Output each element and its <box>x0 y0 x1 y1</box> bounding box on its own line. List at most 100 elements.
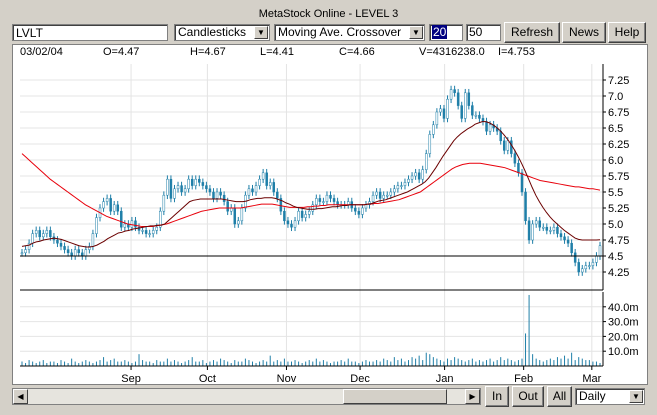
price-candle-body <box>478 114 481 119</box>
volume-tick-label: 10.0m <box>608 346 639 358</box>
price-candle-body <box>311 204 315 212</box>
price-candle-body <box>315 198 318 206</box>
time-axis-labels: Sep Oct Nov Dec Jan Feb Mar <box>121 366 602 385</box>
price-tick-label: 6.5 <box>608 123 623 135</box>
price-candle-body <box>73 249 77 257</box>
price-candle-body <box>474 114 478 117</box>
horizontal-scrollbar[interactable]: ◀ ▶ <box>12 388 481 405</box>
price-candle-body <box>460 105 463 119</box>
price-candle-body <box>251 188 254 193</box>
price-tick-label: 4.5 <box>608 251 623 263</box>
price-candle-body <box>393 188 396 193</box>
price-candle-body <box>297 210 300 222</box>
price-candle-body <box>549 230 552 232</box>
zoom-all-button[interactable]: All <box>547 386 572 407</box>
price-candle-body <box>542 226 545 229</box>
price-candle-body <box>566 239 570 244</box>
price-candle-body <box>534 220 538 225</box>
interval-value: Daily <box>579 389 606 403</box>
price-candle-body <box>471 105 474 116</box>
price-candle-body <box>258 178 261 186</box>
price-candle-body <box>162 194 166 212</box>
price-candle-body <box>506 140 510 151</box>
price-candle-body <box>329 194 332 199</box>
price-candle-body <box>364 204 368 209</box>
price-candle-body <box>276 191 279 199</box>
price-candle-body <box>300 210 304 218</box>
price-candle-body <box>194 178 198 186</box>
volume-axis-labels: 40.0m 30.0m 20.0m 10.0m <box>603 302 639 358</box>
scroll-thumb[interactable] <box>343 389 447 404</box>
price-candle-body <box>432 124 435 135</box>
price-candle-body <box>130 220 134 228</box>
price-candle-body <box>559 233 563 238</box>
price-candle-body <box>141 230 144 232</box>
volume-tick-label: 30.0m <box>608 317 639 329</box>
price-candle-body <box>187 178 190 190</box>
price-candle-body <box>247 188 251 196</box>
price-tick-label: 4.25 <box>608 267 629 279</box>
price-candle-body <box>410 175 414 180</box>
price-candle-body <box>120 210 123 228</box>
price-candle-body <box>396 185 400 190</box>
price-candle-body <box>31 233 34 244</box>
slow-ma-line <box>21 153 601 228</box>
price-candle-body <box>56 239 59 244</box>
price-tick-label: 4.75 <box>608 235 629 247</box>
price-candle-body <box>20 252 24 255</box>
price-candle-body <box>354 207 357 212</box>
time-tick-label: Dec <box>350 373 370 385</box>
price-candle-body <box>201 182 205 186</box>
price-candle-body <box>318 198 322 202</box>
price-tick-label: 5.0 <box>608 219 623 231</box>
price-candle-body <box>577 262 580 273</box>
price-candle-body <box>134 220 137 228</box>
price-candle-body <box>27 242 31 250</box>
time-tick-label: Sep <box>121 373 141 385</box>
price-candle-body <box>382 194 385 199</box>
price-candle-body <box>517 162 520 174</box>
price-candle-body <box>456 92 460 106</box>
price-candle-body <box>322 201 325 203</box>
price-candle-body <box>24 249 27 254</box>
price-candle-body <box>488 124 492 132</box>
price-tick-label: 6.75 <box>608 107 629 119</box>
price-candle-body <box>467 92 471 106</box>
scroll-right-icon[interactable]: ▶ <box>465 389 480 404</box>
price-candle-body <box>584 265 588 270</box>
time-tick-label: Oct <box>199 373 216 385</box>
price-candle-body <box>307 210 311 215</box>
interval-select[interactable]: Daily ▼ <box>575 388 645 405</box>
price-candle-body <box>332 198 336 202</box>
price-candle-body <box>424 153 428 170</box>
price-candle-body <box>144 230 148 234</box>
price-candle-body <box>84 249 88 257</box>
price-chart[interactable]: 7.25 7.0 6.75 6.5 6.25 6.0 5.75 5.5 5.25 5.0 4.75 4… <box>0 0 657 415</box>
price-candle-body <box>109 198 112 212</box>
price-candle-body <box>254 185 258 193</box>
price-tick-label: 5.75 <box>608 171 629 183</box>
price-candle-body <box>198 178 201 183</box>
price-candle-body <box>240 207 244 222</box>
zoom-out-button[interactable]: Out <box>512 386 544 407</box>
price-candle-body <box>449 89 453 100</box>
price-candle-body <box>439 108 442 113</box>
price-candle-body <box>155 226 158 231</box>
price-candle-body <box>453 89 456 94</box>
chevron-down-icon[interactable]: ▼ <box>629 390 643 403</box>
price-candle-body <box>215 191 219 199</box>
price-candle-body <box>414 172 417 177</box>
price-candle-body <box>173 188 176 199</box>
price-candle-body <box>556 226 559 234</box>
price-candle-body <box>95 217 98 234</box>
fast-ma-line <box>21 121 601 248</box>
price-candle-body <box>283 210 286 222</box>
zoom-in-button[interactable]: In <box>485 386 509 407</box>
price-tick-label: 7.0 <box>608 91 623 103</box>
price-candle-body <box>59 242 63 247</box>
price-grid <box>20 64 603 366</box>
price-candle-body <box>268 182 272 186</box>
price-candle-body <box>49 230 52 238</box>
scroll-left-icon[interactable]: ◀ <box>13 389 28 404</box>
price-candle-body <box>375 191 378 196</box>
